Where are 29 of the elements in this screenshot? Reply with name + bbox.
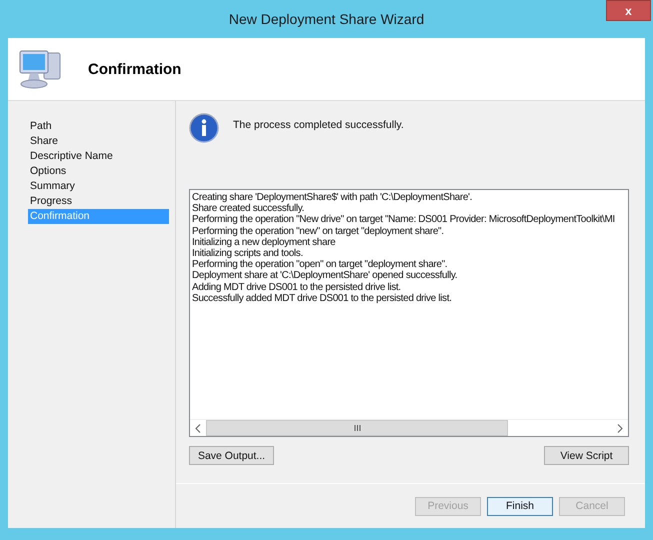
log-line: Deployment share at 'C:\DeploymentShare' opened successfully. xyxy=(192,270,458,282)
horizontal-scrollbar[interactable] xyxy=(190,419,628,436)
info-icon xyxy=(189,113,219,143)
sidebar-item[interactable]: Path xyxy=(28,119,169,134)
page-title: Confirmation xyxy=(88,60,182,78)
scroll-left-icon[interactable] xyxy=(195,424,201,432)
scrollbar-thumb[interactable] xyxy=(206,420,508,436)
window-title: New Deployment Share Wizard xyxy=(228,11,424,27)
log-line: Share created successfully. xyxy=(192,203,306,214)
log-line: Initializing a new deployment share xyxy=(192,236,336,248)
scroll-right-icon[interactable] xyxy=(617,424,623,432)
log-line: Successfully added MDT drive DS001 to the persisted drive list. xyxy=(192,292,453,304)
sidebar-item[interactable]: Descriptive Name xyxy=(28,149,169,164)
status-message: The process completed successfully. xyxy=(233,119,404,133)
sidebar-item[interactable]: Share xyxy=(28,134,169,149)
log-line: Performing the operation "new" on target "deployment share". xyxy=(192,226,445,237)
sidebar-item[interactable]: Options xyxy=(28,164,169,179)
view-script-button[interactable]: View Script xyxy=(544,446,629,465)
log-line: Adding MDT drive DS001 to the persisted drive list. xyxy=(192,282,402,293)
log-line: Performing the operation "New drive" on target "Name: DS001 Provider: MicrosoftDeploymentToolkit\MI xyxy=(192,214,616,226)
save-output-button[interactable]: Save Output... xyxy=(189,446,274,465)
sidebar-item[interactable]: Summary xyxy=(28,179,169,194)
log-line: Initializing scripts and tools. xyxy=(192,248,304,260)
log-line: Creating share 'DeploymentShare$' with path 'C:\DeploymentShare'. xyxy=(192,192,474,204)
log-line: Performing the operation "open" on target "deployment share". xyxy=(192,259,448,270)
grip-icon xyxy=(354,425,361,431)
wizard-button[interactable]: Finish xyxy=(487,496,553,516)
sidebar-item[interactable]: Progress xyxy=(28,194,169,209)
close-button[interactable]: x xyxy=(606,0,651,21)
